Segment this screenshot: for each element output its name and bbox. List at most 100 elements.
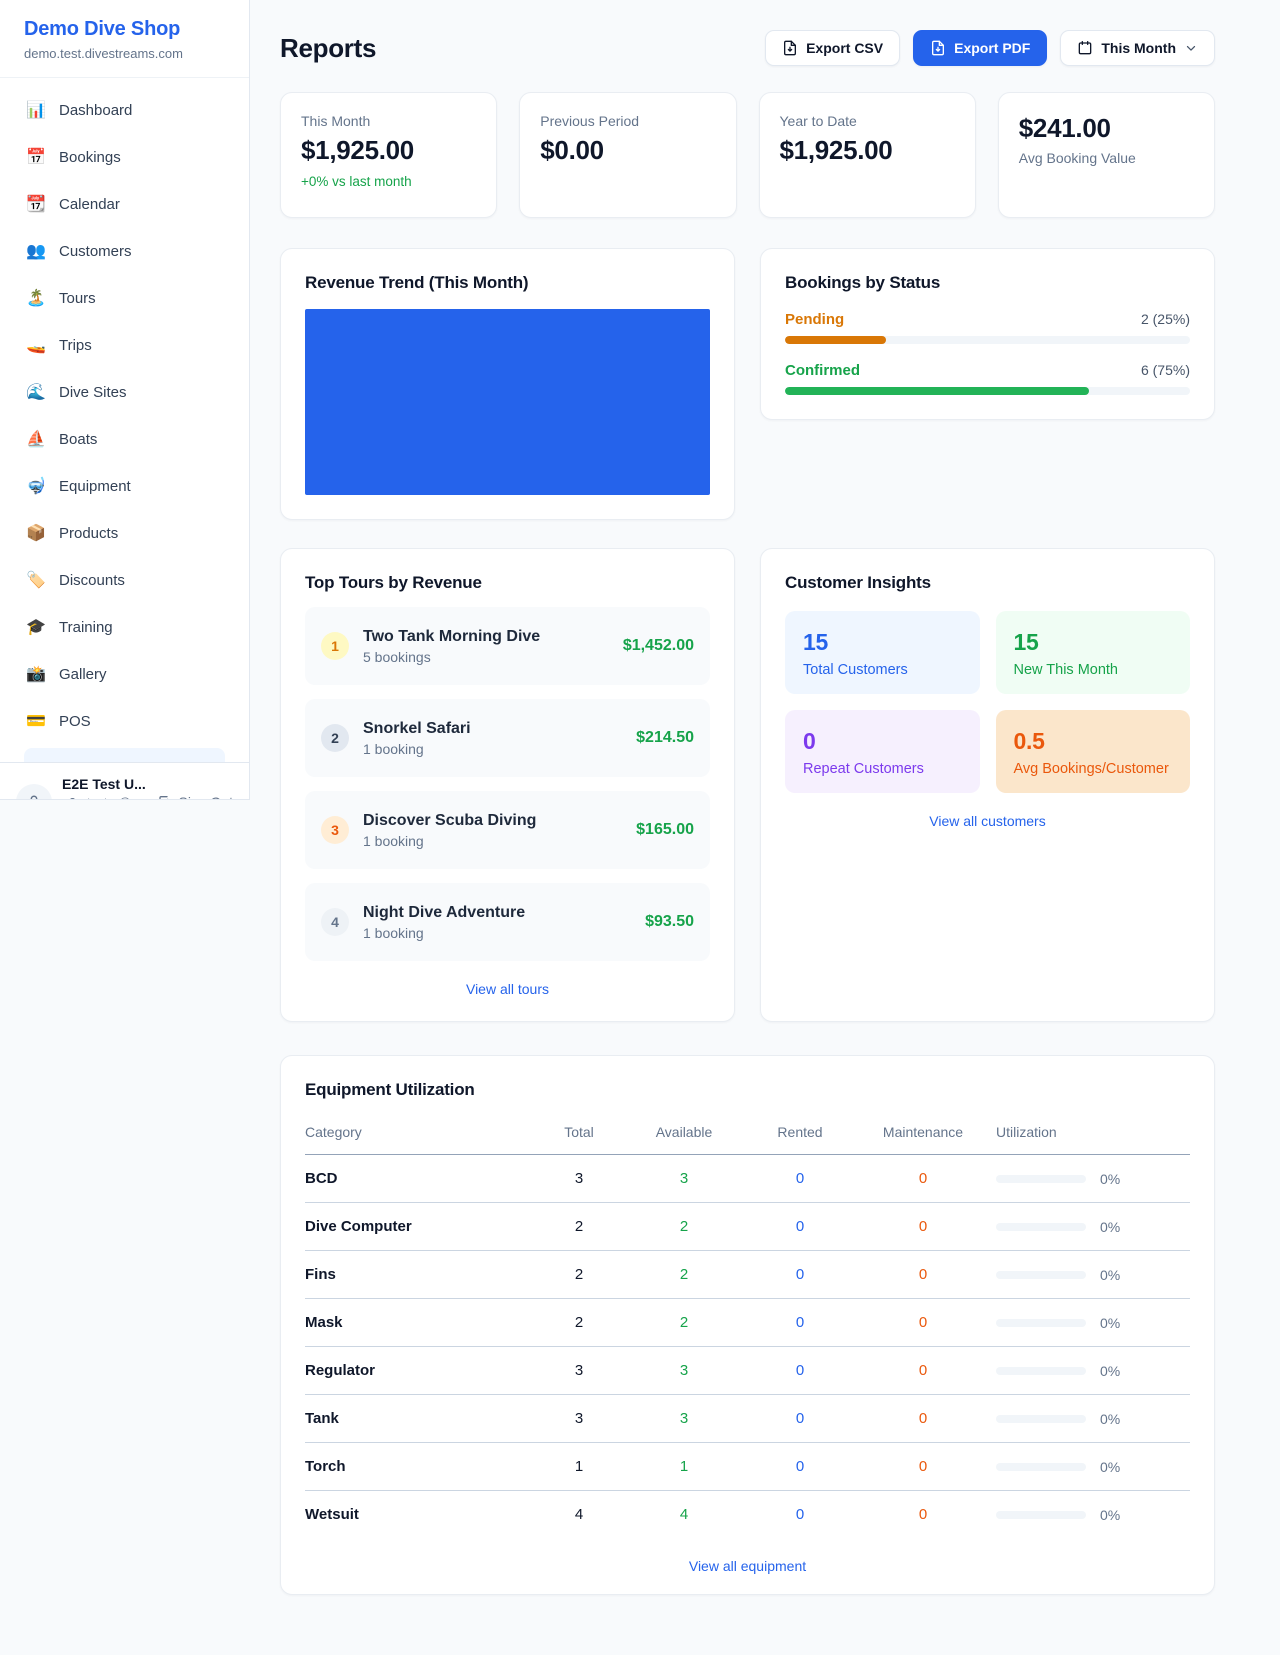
rank-badge: 4	[321, 908, 349, 936]
sidebar-item-equipment[interactable]: 🤿Equipment	[12, 466, 237, 506]
tile-repeat-customers: 0 Repeat Customers	[785, 710, 980, 793]
sidebar-user-footer: E2E Test U... e2e-tester@... Owner Sign …	[0, 762, 249, 800]
equip-category: Wetsuit	[305, 1491, 540, 1539]
table-row: BCD 3 3 0 0 0%	[305, 1155, 1190, 1203]
status-label-pending: Pending	[785, 311, 844, 328]
period-dropdown[interactable]: This Month	[1060, 30, 1215, 66]
page-title: Reports	[280, 33, 376, 64]
sidebar-item-label: Calendar	[59, 196, 120, 213]
col-utilization: Utilization	[996, 1114, 1190, 1155]
utilization-bar	[996, 1271, 1086, 1279]
equip-available: 3	[618, 1395, 750, 1443]
export-pdf-button[interactable]: Export PDF	[913, 30, 1047, 66]
sidebar-item-dive-sites[interactable]: 🌊Dive Sites	[12, 372, 237, 412]
tile-value: 15	[1014, 629, 1173, 656]
sidebar-item-trips[interactable]: 🚤Trips	[12, 325, 237, 365]
utilization-bar	[996, 1319, 1086, 1327]
status-count-confirmed: 6 (75%)	[1141, 362, 1190, 378]
tile-label: Repeat Customers	[803, 761, 962, 777]
sidebar-item-label: Boats	[59, 431, 97, 448]
sidebar-item-reports-active-partial[interactable]	[24, 748, 225, 762]
equip-maintenance: 0	[850, 1203, 996, 1251]
equip-total: 2	[540, 1203, 618, 1251]
utilization-percent: 0%	[1100, 1267, 1120, 1283]
tour-bookings: 5 bookings	[363, 649, 609, 665]
sidebar-item-customers[interactable]: 👥 Customers	[12, 231, 237, 271]
shop-domain: demo.test.divestreams.com	[24, 46, 225, 61]
equip-rented: 0	[750, 1491, 850, 1539]
stat-value: $1,925.00	[780, 135, 955, 166]
view-all-tours-link[interactable]: View all tours	[305, 981, 710, 997]
tile-new-this-month: 15 New This Month	[996, 611, 1191, 694]
sidebar-item-discounts[interactable]: 🏷️Discounts	[12, 560, 237, 600]
sidebar-item-products[interactable]: 📦Products	[12, 513, 237, 553]
sidebar-item-dashboard[interactable]: 📊Dashboard	[12, 90, 237, 130]
stat-label: Previous Period	[540, 113, 715, 129]
sign-out-label: Sign Out	[179, 794, 233, 800]
equip-total: 3	[540, 1155, 618, 1203]
export-csv-button[interactable]: Export CSV	[765, 30, 900, 66]
chevron-down-icon	[1184, 41, 1198, 55]
stat-value: $0.00	[540, 135, 715, 166]
tour-bookings: 1 booking	[363, 925, 631, 941]
equip-available: 1	[618, 1443, 750, 1491]
table-row: Dive Computer 2 2 0 0 0%	[305, 1203, 1190, 1251]
table-row: Mask 2 2 0 0 0%	[305, 1299, 1190, 1347]
page-header: Reports Export CSV Export PDF This Month	[280, 30, 1215, 66]
view-all-equipment-link[interactable]: View all equipment	[305, 1558, 1190, 1574]
equip-available: 4	[618, 1491, 750, 1539]
equip-total: 1	[540, 1443, 618, 1491]
sidebar-item-pos[interactable]: 💳POS	[12, 701, 237, 741]
stat-value: $241.00	[1019, 113, 1194, 144]
utilization-percent: 0%	[1100, 1507, 1120, 1523]
utilization-bar	[996, 1223, 1086, 1231]
period-label: This Month	[1101, 40, 1176, 56]
sidebar-item-tours[interactable]: 🏝️Tours	[12, 278, 237, 318]
equip-category: Dive Computer	[305, 1203, 540, 1251]
sidebar-item-label: Bookings	[59, 149, 121, 166]
equip-rented: 0	[750, 1299, 850, 1347]
revenue-trend-chart	[305, 309, 710, 495]
equip-maintenance: 0	[850, 1443, 996, 1491]
tour-amount: $214.50	[636, 729, 694, 747]
people-icon: 👥	[26, 241, 46, 261]
equip-total: 2	[540, 1251, 618, 1299]
sidebar-item-label: Trips	[59, 337, 92, 354]
sidebar-item-label: POS	[59, 713, 91, 730]
customer-insights-card: Customer Insights 15 Total Customers 15 …	[760, 548, 1215, 1022]
rank-badge: 3	[321, 816, 349, 844]
tour-bookings: 1 booking	[363, 741, 622, 757]
equip-category: BCD	[305, 1155, 540, 1203]
stat-label: This Month	[301, 113, 476, 129]
stat-card-avg-booking-value: $241.00 Avg Booking Value	[998, 92, 1215, 218]
equip-category: Regulator	[305, 1347, 540, 1395]
equip-maintenance: 0	[850, 1299, 996, 1347]
equip-available: 3	[618, 1155, 750, 1203]
sidebar-item-bookings[interactable]: 📅Bookings	[12, 137, 237, 177]
sidebar-item-calendar[interactable]: 📆Calendar	[12, 184, 237, 224]
equip-category: Mask	[305, 1299, 540, 1347]
sidebar-item-label: Gallery	[59, 666, 107, 683]
tour-name: Two Tank Morning Dive	[363, 628, 609, 646]
export-pdf-label: Export PDF	[954, 40, 1030, 56]
insight-tiles: 15 Total Customers 15 New This Month 0 R…	[785, 611, 1190, 793]
sidebar-item-label: Dashboard	[59, 102, 132, 119]
equip-available: 3	[618, 1347, 750, 1395]
camera-icon: 📸	[26, 664, 46, 684]
graduation-cap-icon: 🎓	[26, 617, 46, 637]
view-all-customers-link[interactable]: View all customers	[785, 813, 1190, 829]
avatar	[16, 784, 52, 800]
progress-track	[785, 336, 1190, 344]
sidebar-item-label: Customers	[59, 243, 132, 260]
utilization-bar	[996, 1175, 1086, 1183]
logout-icon	[157, 794, 173, 800]
table-row: Regulator 3 3 0 0 0%	[305, 1347, 1190, 1395]
wave-icon: 🌊	[26, 382, 46, 402]
tour-bookings: 1 booking	[363, 833, 622, 849]
status-row-pending: Pending 2 (25%)	[785, 311, 1190, 344]
sidebar-item-gallery[interactable]: 📸 Gallery	[12, 654, 237, 694]
sign-out-button[interactable]: Sign Out	[157, 794, 233, 800]
sidebar-item-boats[interactable]: ⛵Boats	[12, 419, 237, 459]
diving-mask-icon: 🤿	[26, 476, 46, 496]
sidebar-item-training[interactable]: 🎓Training	[12, 607, 237, 647]
